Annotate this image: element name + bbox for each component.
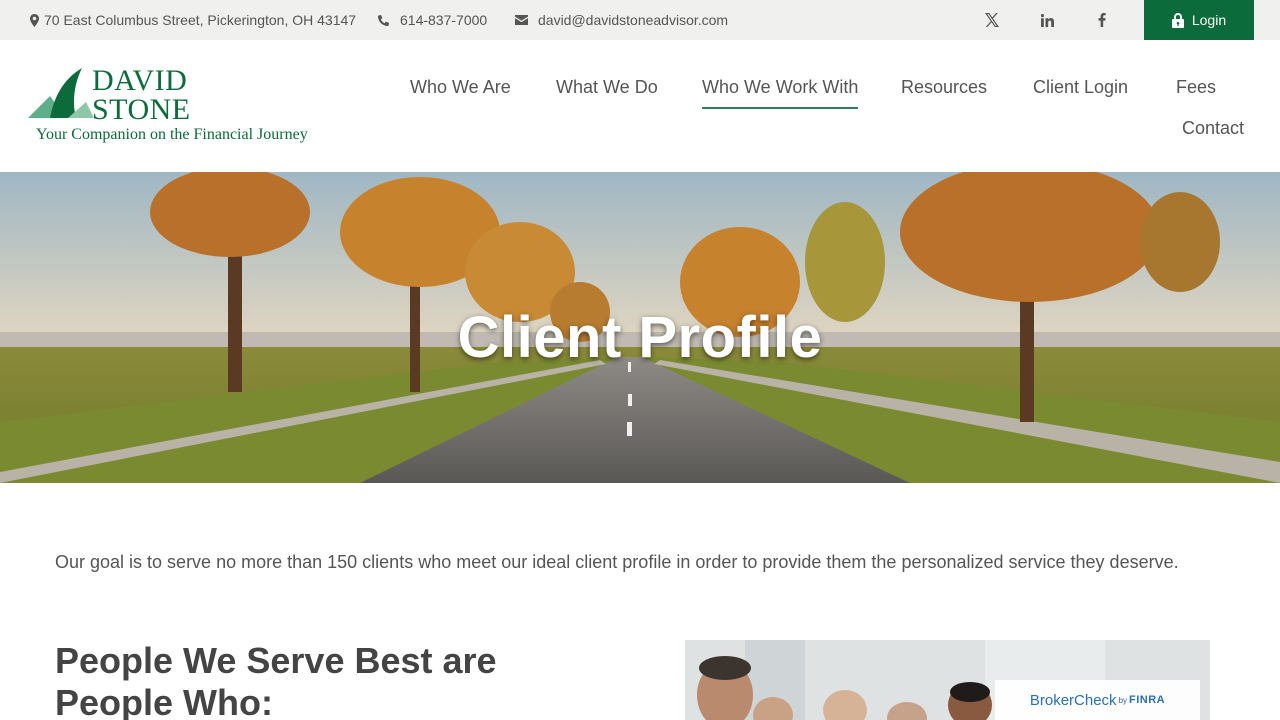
nav-resources[interactable]: Resources (901, 76, 987, 98)
site-header: DAVID STONE Your Companion on the Financ… (0, 40, 1280, 172)
nav-contact[interactable]: Contact (1182, 117, 1244, 139)
hero-banner: Client Profile (0, 172, 1280, 483)
logo-mark-icon (28, 68, 94, 118)
section-heading: People We Serve Best are People Who: (55, 640, 497, 720)
brokercheck-by: by (1118, 695, 1128, 705)
x-twitter-icon (985, 13, 999, 27)
site-logo[interactable]: DAVID STONE Your Companion on the Financ… (28, 62, 328, 152)
logo-name-line1: DAVID (92, 64, 188, 97)
linkedin-icon (1040, 13, 1054, 27)
address-item: 70 East Columbus Street, Pickerington, O… (30, 0, 356, 40)
facebook-icon (1098, 13, 1106, 27)
map-marker-icon (30, 13, 39, 27)
login-label: Login (1191, 12, 1227, 28)
nav-client-login[interactable]: Client Login (1033, 76, 1128, 98)
nav-who-we-are[interactable]: Who We Are (410, 76, 511, 98)
hero-title: Client Profile (457, 305, 823, 370)
facebook-link[interactable] (1087, 0, 1117, 40)
nav-what-we-do[interactable]: What We Do (556, 76, 658, 98)
phone-text: 614-837-7000 (400, 12, 488, 28)
brokercheck-badge[interactable]: BrokerCheck by FINRA (995, 680, 1200, 720)
brokercheck-finra: FINRA (1129, 694, 1166, 706)
logo-tagline: Your Companion on the Financial Journey (36, 126, 308, 143)
login-button[interactable]: Login (1144, 0, 1254, 40)
phone-icon (378, 14, 389, 26)
top-bar: 70 East Columbus Street, Pickerington, O… (0, 0, 1280, 40)
logo-name: DAVID STONE (92, 64, 191, 126)
nav-fees[interactable]: Fees (1176, 76, 1216, 98)
intro-text: Our goal is to serve no more than 150 cl… (55, 552, 1179, 572)
lock-icon (1171, 12, 1184, 28)
x-twitter-link[interactable] (977, 0, 1007, 40)
email-link[interactable]: david@davidstoneadvisor.com (515, 0, 728, 40)
email-text: david@davidstoneadvisor.com (538, 12, 729, 28)
nav-who-we-work-with[interactable]: Who We Work With (702, 76, 859, 109)
brokercheck-brand: BrokerCheck (1029, 691, 1117, 709)
phone-link[interactable]: 614-837-7000 (378, 0, 487, 40)
address-text: 70 East Columbus Street, Pickerington, O… (44, 12, 357, 28)
logo-name-line2: STONE (92, 93, 191, 126)
envelope-icon (515, 15, 528, 25)
linkedin-link[interactable] (1032, 0, 1062, 40)
